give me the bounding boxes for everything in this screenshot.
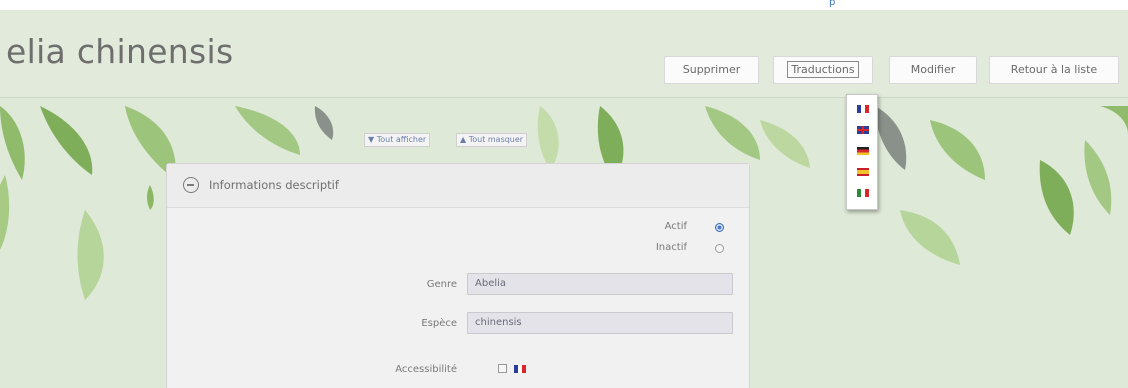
description-panel: Informations descriptif Actif Inactif Ge…	[166, 163, 750, 388]
delete-button[interactable]: Supprimer	[664, 56, 759, 84]
hide-all-button[interactable]: ▲ Tout masquer	[456, 133, 528, 147]
show-all-button[interactable]: ▼ Tout afficher	[364, 133, 431, 147]
panel-header: Informations descriptif	[167, 164, 749, 208]
translations-button[interactable]: Traductions	[773, 56, 873, 84]
edit-button-label: Modifier	[910, 63, 956, 76]
page-header: elia chinensis Supprimer Traductions Mod…	[0, 10, 1128, 98]
espece-label: Espèce	[421, 318, 457, 329]
active-radio[interactable]	[715, 223, 724, 232]
flag-fr-icon[interactable]	[857, 105, 869, 113]
panel-title: Informations descriptif	[209, 178, 339, 192]
active-label: Actif	[664, 221, 687, 232]
translations-button-label: Traductions	[787, 61, 859, 78]
accessibility-checkbox[interactable]	[498, 364, 507, 373]
flag-it-icon[interactable]	[857, 189, 869, 197]
flag-es-icon[interactable]	[857, 168, 869, 176]
flag-de-icon[interactable]	[857, 147, 869, 155]
delete-button-label: Supprimer	[682, 63, 741, 76]
translations-dropdown	[846, 94, 878, 210]
genre-label: Genre	[426, 279, 457, 290]
flag-uk-icon[interactable]	[857, 126, 869, 134]
page-background: elia chinensis Supprimer Traductions Mod…	[0, 10, 1128, 388]
genre-field[interactable]: Abelia	[467, 273, 733, 295]
inactive-radio[interactable]	[715, 244, 724, 253]
back-to-list-button-label: Retour à la liste	[1010, 63, 1098, 76]
back-to-list-button[interactable]: Retour à la liste	[989, 56, 1119, 84]
page-title: elia chinensis	[6, 32, 234, 71]
inactive-label: Inactif	[655, 242, 687, 253]
collapse-icon[interactable]	[183, 177, 199, 193]
accessibility-flag-fr-icon	[514, 365, 526, 373]
top-link-fragment[interactable]: p	[829, 0, 835, 8]
accessibility-label: Accessibilité	[395, 364, 457, 375]
espece-field[interactable]: chinensis	[467, 312, 733, 334]
edit-button[interactable]: Modifier	[889, 56, 977, 84]
